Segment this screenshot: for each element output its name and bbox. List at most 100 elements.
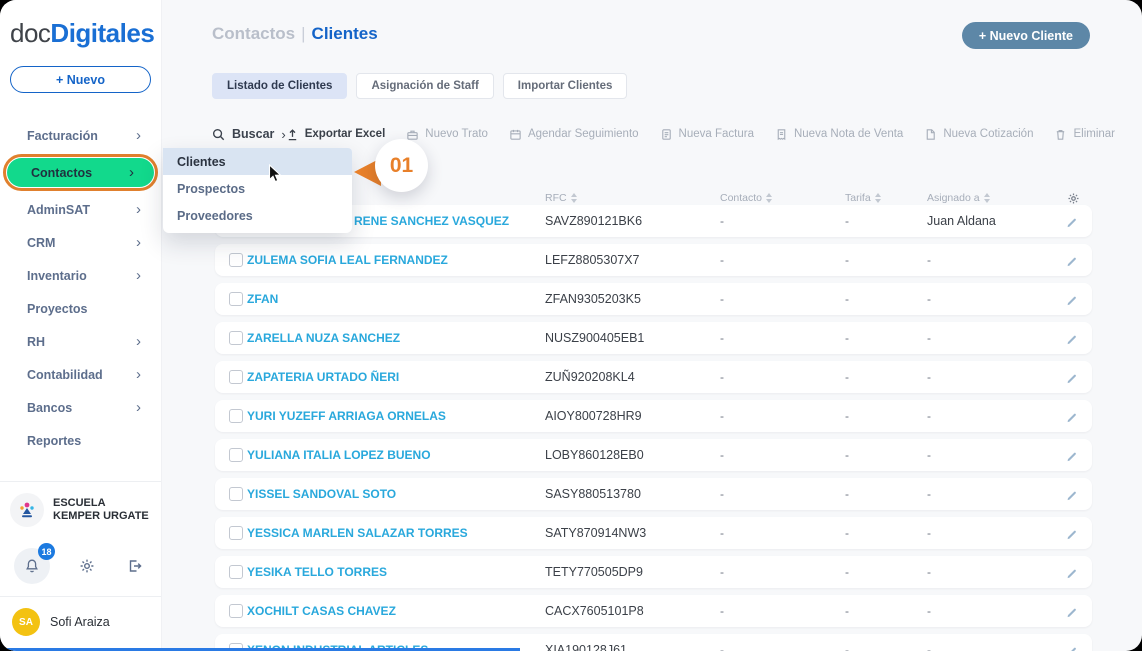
row-checkbox[interactable] — [229, 370, 243, 384]
client-name-link[interactable]: YURI YUZEFF ARRIAGA ORNELAS — [247, 409, 545, 423]
column-header-rfc[interactable]: RFC — [545, 192, 720, 204]
export-icon — [286, 128, 299, 141]
dropdown-item-proveedores[interactable]: Proveedores — [163, 202, 352, 229]
tab-listado-de-clientes[interactable]: Listado de Clientes — [212, 73, 347, 99]
client-name-link[interactable]: ZAPATERIA URTADO ÑERI — [247, 370, 545, 384]
edit-pencil-icon — [1065, 410, 1078, 423]
table-row[interactable]: YESIKA TELLO TORRESTETY770505DP9--- — [215, 556, 1092, 588]
row-checkbox[interactable] — [229, 253, 243, 267]
dropdown-item-prospectos[interactable]: Prospectos — [163, 175, 352, 202]
edit-row-button[interactable] — [1065, 527, 1092, 540]
column-settings-button[interactable] — [1067, 192, 1092, 205]
row-checkbox[interactable] — [229, 292, 243, 306]
client-name-link[interactable]: ZARELLA NUZA SANCHEZ — [247, 331, 545, 345]
rfc-cell: NUSZ900405EB1 — [545, 331, 720, 345]
sidebar-item-contabilidad[interactable]: Contabilidad› — [0, 358, 161, 391]
notifications-button[interactable]: 18 — [14, 548, 50, 584]
toolbar-action-nueva-cotizacion[interactable]: Nueva Cotización — [924, 128, 1033, 141]
sidebar-item-rh[interactable]: RH› — [0, 325, 161, 358]
rfc-cell: SASY880513780 — [545, 487, 720, 501]
breadcrumb-current: Clientes — [312, 24, 378, 43]
asignado-cell: - — [927, 331, 1059, 345]
sidebar-item-inventario[interactable]: Inventario› — [0, 259, 161, 292]
sidebar-item-facturacion[interactable]: Facturación› — [0, 119, 161, 152]
client-name-link[interactable]: ZFAN — [247, 292, 545, 306]
client-name-link[interactable]: YESSICA MARLEN SALAZAR TORRES — [247, 526, 545, 540]
table-row[interactable]: YURI YUZEFF ARRIAGA ORNELASAIOY800728HR9… — [215, 400, 1092, 432]
sidebar-item-bancos[interactable]: Bancos› — [0, 391, 161, 424]
sidebar-item-label: Contactos — [31, 166, 129, 180]
edit-row-button[interactable] — [1065, 254, 1092, 267]
account-switcher[interactable]: ESCUELA KEMPER URGATE — [0, 481, 161, 538]
sidebar: docDigitales + Nuevo Facturación›Contact… — [0, 0, 162, 651]
asignado-cell: - — [927, 526, 1059, 540]
table-row[interactable]: YISSEL SANDOVAL SOTOSASY880513780--- — [215, 478, 1092, 510]
sidebar-item-contactos[interactable]: Contactos› — [7, 158, 154, 187]
edit-pencil-icon — [1065, 293, 1078, 306]
tarifa-cell: - — [845, 370, 927, 384]
client-name-link[interactable]: YISSEL SANDOVAL SOTO — [247, 487, 545, 501]
edit-pencil-icon — [1065, 371, 1078, 384]
toolbar-action-agendar-seguimiento[interactable]: Agendar Seguimiento — [509, 128, 639, 141]
toolbar-action-nueva-factura[interactable]: Nueva Factura — [660, 128, 754, 141]
client-name-link[interactable]: ZULEMA SOFIA LEAL FERNANDEZ — [247, 253, 545, 267]
sidebar-item-crm[interactable]: CRM› — [0, 226, 161, 259]
row-checkbox[interactable] — [229, 448, 243, 462]
edit-row-button[interactable] — [1065, 488, 1092, 501]
dropdown-item-clientes[interactable]: Clientes — [163, 148, 352, 175]
row-checkbox[interactable] — [229, 331, 243, 345]
client-name-link[interactable]: XOCHILT CASAS CHAVEZ — [247, 604, 545, 618]
edit-row-button[interactable] — [1065, 293, 1092, 306]
column-header-contacto[interactable]: Contacto — [720, 192, 845, 204]
edit-row-button[interactable] — [1065, 371, 1092, 384]
edit-row-button[interactable] — [1065, 449, 1092, 462]
table-row[interactable]: ZARELLA NUZA SANCHEZNUSZ900405EB1--- — [215, 322, 1092, 354]
table-row[interactable]: YESSICA MARLEN SALAZAR TORRESSATY870914N… — [215, 517, 1092, 549]
client-name-link[interactable]: YESIKA TELLO TORRES — [247, 565, 545, 579]
contacto-cell: - — [720, 409, 845, 423]
toolbar-action-label: Nuevo Trato — [425, 128, 488, 140]
column-header-tarifa[interactable]: Tarifa — [845, 192, 927, 204]
chevron-right-icon: › — [136, 268, 141, 283]
sidebar-item-reportes[interactable]: Reportes — [0, 424, 161, 457]
edit-row-button[interactable] — [1065, 644, 1092, 651]
asignado-cell: - — [927, 370, 1059, 384]
edit-row-button[interactable] — [1065, 332, 1092, 345]
table-row[interactable]: XOCHILT CASAS CHAVEZCACX7605101P8--- — [215, 595, 1092, 627]
logout-button[interactable] — [123, 554, 147, 578]
edit-row-button[interactable] — [1065, 215, 1092, 228]
edit-row-button[interactable] — [1065, 566, 1092, 579]
search-control[interactable]: Buscar › — [212, 127, 286, 142]
toolbar-action-nueva-nota-de-venta[interactable]: Nueva Nota de Venta — [775, 128, 903, 141]
sidebar-item-adminsat[interactable]: AdminSAT› — [0, 193, 161, 226]
row-checkbox[interactable] — [229, 565, 243, 579]
table-row[interactable]: ZFANZFAN9305203K5--- — [215, 283, 1092, 315]
edit-row-button[interactable] — [1065, 410, 1092, 423]
table-row[interactable]: YULIANA ITALIA LOPEZ BUENOLOBY860128EB0-… — [215, 439, 1092, 471]
settings-button[interactable] — [75, 554, 99, 578]
table-row[interactable]: ZAPATERIA URTADO ÑERIZUÑ920208KL4--- — [215, 361, 1092, 393]
current-user[interactable]: SA Sofi Araiza — [0, 596, 161, 647]
row-checkbox[interactable] — [229, 409, 243, 423]
row-checkbox[interactable] — [229, 604, 243, 618]
edit-pencil-icon — [1065, 566, 1078, 579]
new-button[interactable]: + Nuevo — [10, 66, 151, 93]
toolbar-action-eliminar[interactable]: Eliminar — [1054, 128, 1115, 141]
new-client-button[interactable]: + Nuevo Cliente — [962, 22, 1090, 49]
row-checkbox[interactable] — [229, 487, 243, 501]
sidebar-item-proyectos[interactable]: Proyectos — [0, 292, 161, 325]
column-header-asignado-a[interactable]: Asignado a — [927, 192, 1059, 204]
edit-row-button[interactable] — [1065, 605, 1092, 618]
row-checkbox[interactable] — [229, 526, 243, 540]
tab-importar-clientes[interactable]: Importar Clientes — [503, 73, 628, 99]
table-body: RENE SANCHEZ VASQUEZSAVZ890121BK6--Juan … — [215, 205, 1092, 651]
tab-asignacion-de-staff[interactable]: Asignación de Staff — [356, 73, 493, 99]
sidebar-item-label: Reportes — [27, 434, 141, 448]
client-name-link[interactable]: YULIANA ITALIA LOPEZ BUENO — [247, 448, 545, 462]
bell-icon — [24, 558, 40, 574]
edit-pencil-icon — [1065, 488, 1078, 501]
tarifa-cell: - — [845, 292, 927, 306]
table-row[interactable]: ZULEMA SOFIA LEAL FERNANDEZLEFZ8805307X7… — [215, 244, 1092, 276]
chevron-right-icon: › — [136, 128, 141, 143]
sidebar-item-label: Contabilidad — [27, 368, 136, 382]
